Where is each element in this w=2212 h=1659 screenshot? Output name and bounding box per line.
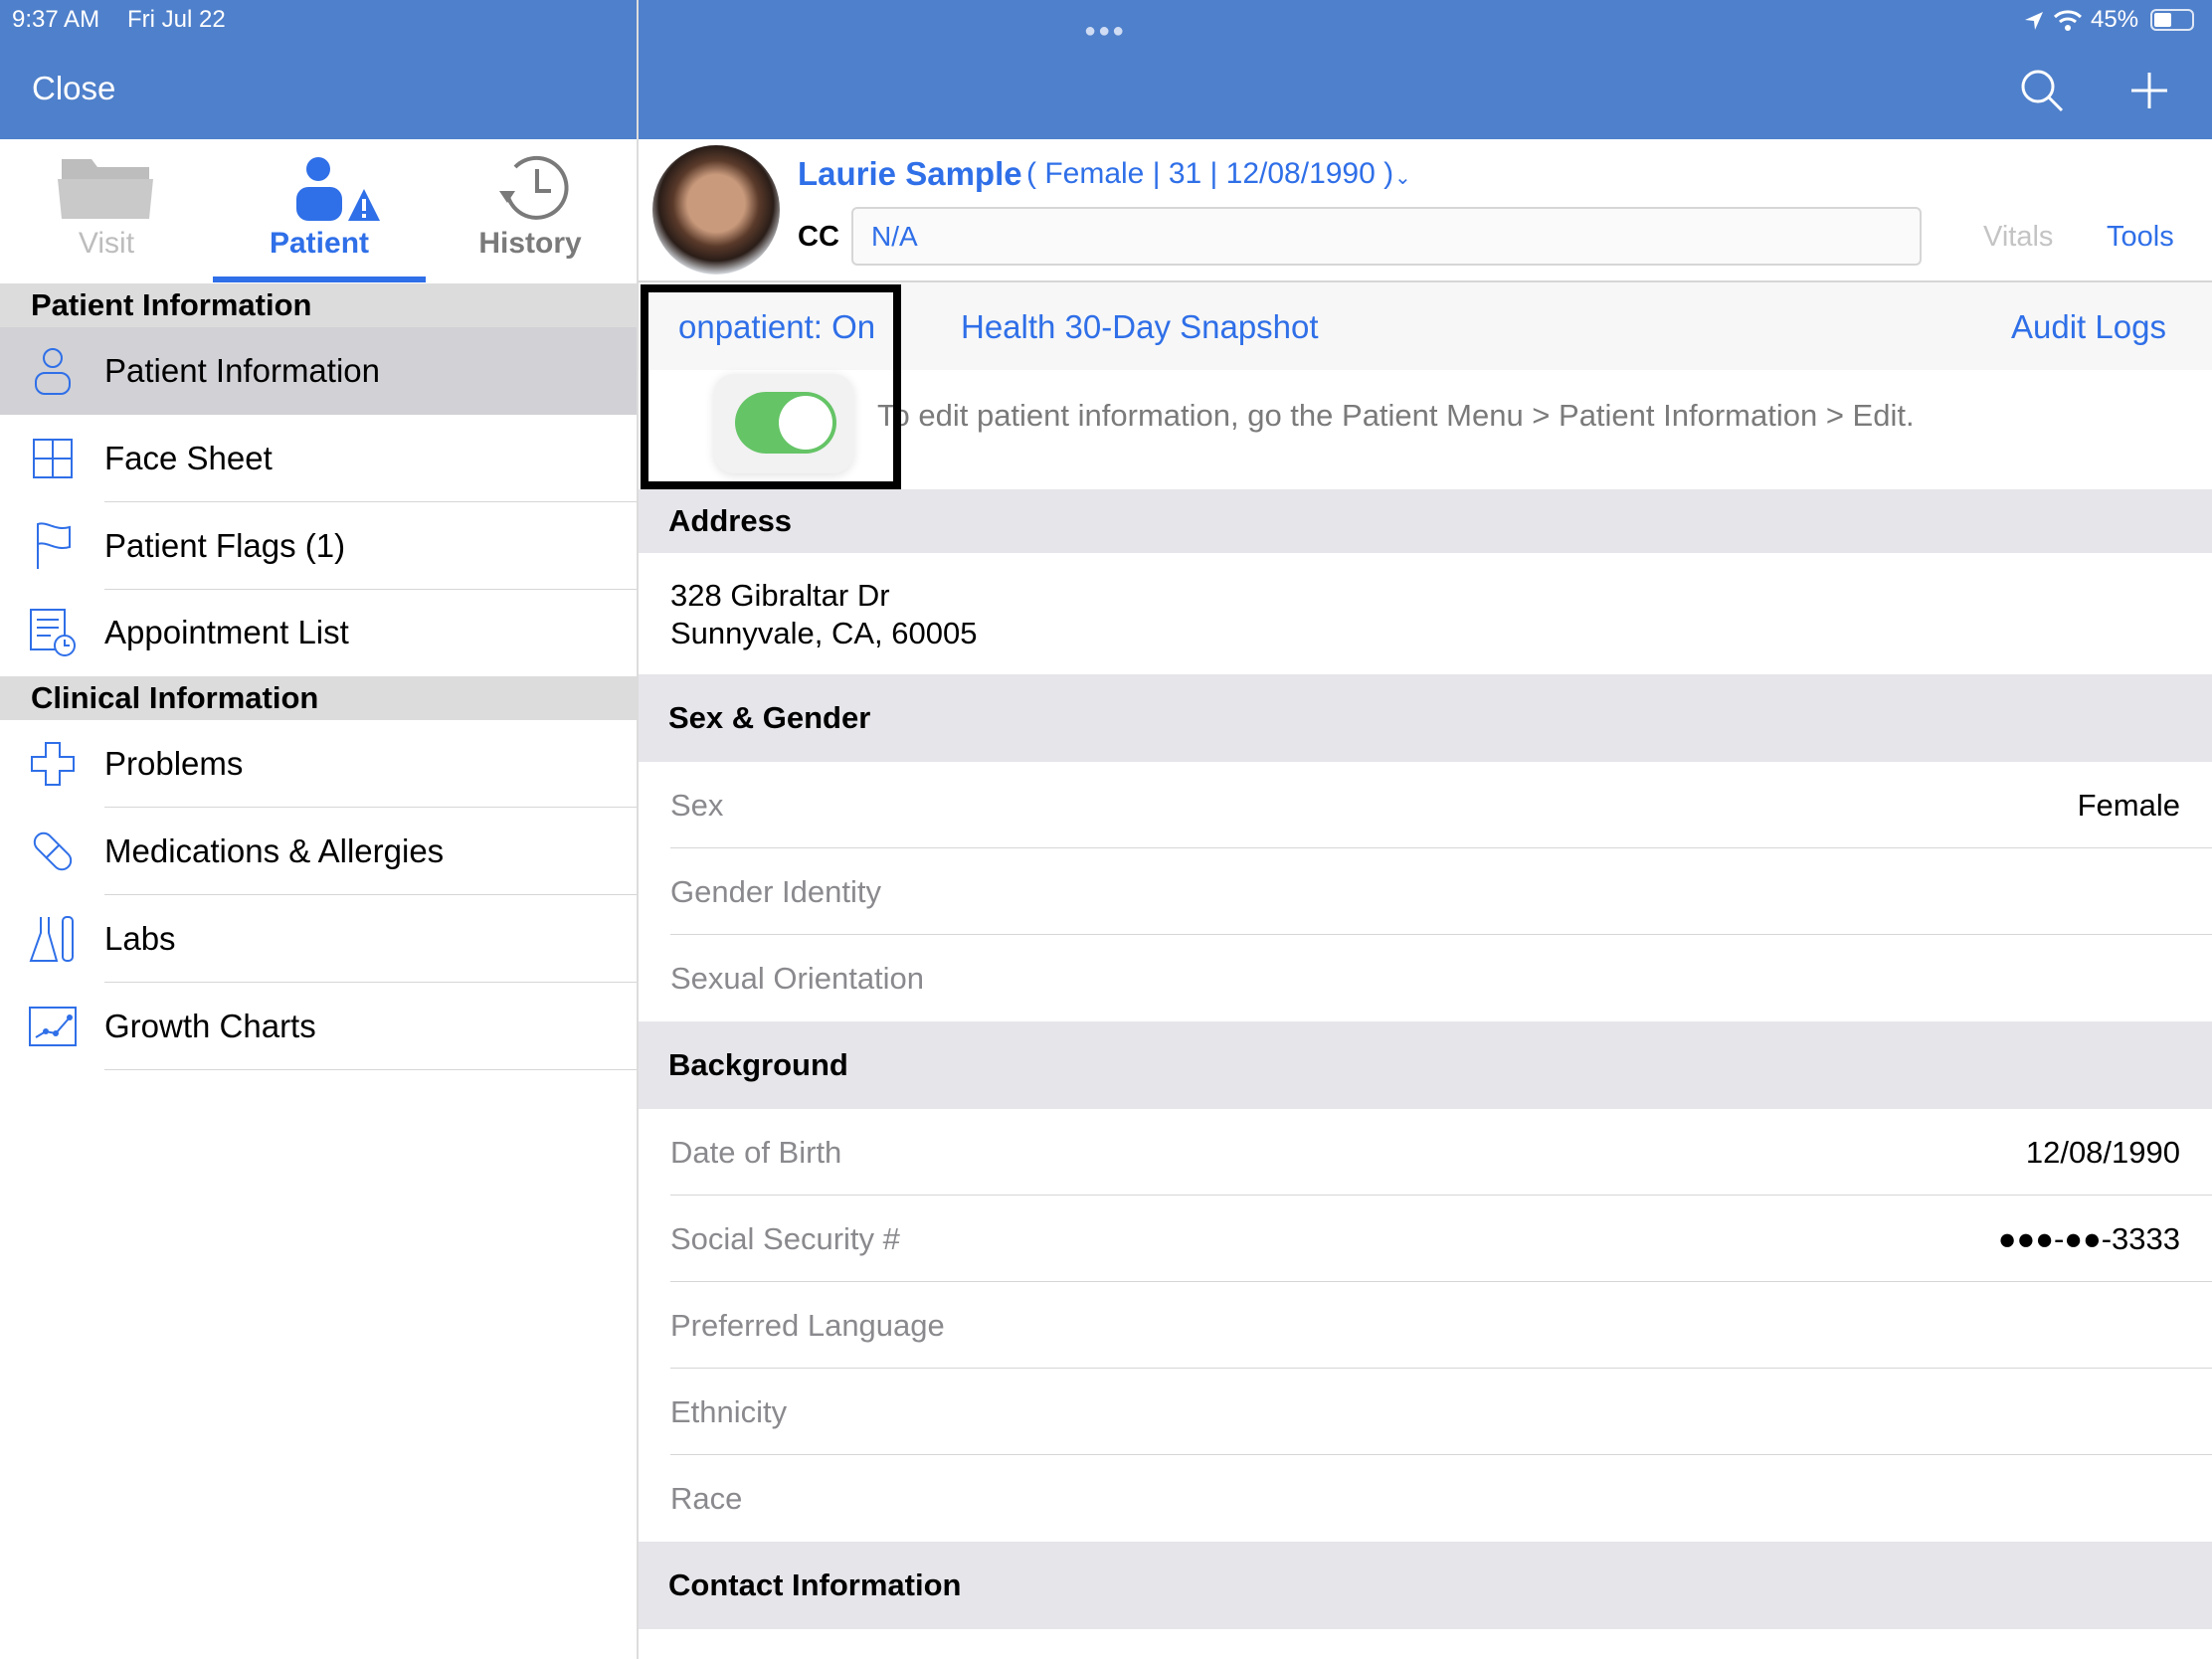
cc-field[interactable]: N/A (851, 207, 1922, 266)
row-value: ●●●-●●-3333 (1997, 1220, 2180, 1256)
row-date-of-birth[interactable]: Date of Birth 12/08/1990 (639, 1109, 2212, 1196)
section-contact-information: Contact Information (639, 1542, 2212, 1629)
status-time: 9:37 AM (12, 6, 100, 33)
section-address: Address (639, 489, 2212, 553)
sidebar-item-face-sheet[interactable]: Face Sheet (0, 415, 637, 502)
vitals-button[interactable]: Vitals (1983, 221, 2053, 254)
sidebar-item-label: Patient Flags (1) (104, 527, 346, 564)
search-icon[interactable] (2019, 68, 2065, 113)
row-label: Sexual Orientation (670, 960, 925, 996)
address-line1: 328 Gibraltar Dr (670, 578, 890, 613)
address-line2: Sunnyvale, CA, 60005 (670, 616, 978, 650)
sidebar-item-patient-flags[interactable]: Patient Flags (1) (0, 502, 637, 590)
tab-history[interactable]: History (424, 139, 637, 282)
section-patient-information: Patient Information (0, 283, 637, 327)
patient-avatar[interactable] (652, 145, 780, 275)
sidebar-item-label: Medications & Allergies (104, 832, 445, 869)
folder-icon (58, 159, 153, 219)
sidebar-item-label: Growth Charts (104, 1008, 316, 1044)
flask-icon (0, 915, 104, 963)
section-background: Background (639, 1021, 2212, 1109)
row-label: Social Security # (670, 1220, 900, 1256)
wifi-icon (2053, 10, 2083, 31)
growth-chart-icon (0, 1006, 104, 1047)
tab-visit[interactable]: Visit (0, 139, 213, 282)
health-snapshot-link[interactable]: Health 30-Day Snapshot (961, 308, 1319, 346)
sidebar-item-growth-charts[interactable]: Growth Charts (0, 983, 637, 1070)
highlight-box (641, 284, 901, 489)
grid-icon (0, 438, 104, 479)
section-sex-gender: Sex & Gender (639, 674, 2212, 762)
status-date: Fri Jul 22 (127, 6, 226, 33)
calendar-clock-icon (0, 608, 104, 657)
tab-patient[interactable]: Patient (213, 139, 426, 282)
row-sexual-orientation[interactable]: Sexual Orientation (639, 935, 2212, 1021)
sidebar-item-label: Face Sheet (104, 440, 273, 476)
flag-icon (0, 521, 104, 571)
row-sex[interactable]: Sex Female (639, 762, 2212, 848)
sidebar-item-patient-information[interactable]: Patient Information (0, 327, 637, 415)
add-icon[interactable] (2130, 72, 2168, 109)
sidebar-item-medications-allergies[interactable]: Medications & Allergies (0, 808, 637, 895)
row-label: Sex (670, 787, 724, 823)
active-tab-indicator (213, 276, 426, 282)
row-label: Gender Identity (670, 873, 881, 909)
battery-icon (2150, 9, 2194, 31)
pill-icon (0, 828, 104, 875)
sidebar-item-label: Problems (104, 745, 244, 782)
row-ssn[interactable]: Social Security # ●●●-●●-3333 (639, 1196, 2212, 1282)
patient-name[interactable]: Laurie Sample (798, 155, 1022, 193)
row-label: Ethnicity (670, 1393, 788, 1429)
audit-logs-link[interactable]: Audit Logs (2011, 308, 2166, 346)
patient-summary[interactable]: ( Female | 31 | 12/08/1990 ) (1026, 157, 1393, 191)
row-value: Female (2077, 787, 2180, 823)
section-title: Address (668, 503, 793, 538)
battery-percent: 45% (2091, 6, 2139, 33)
row-value: 12/08/1990 (2025, 1134, 2180, 1170)
row-ethnicity[interactable]: Ethnicity (639, 1369, 2212, 1455)
sidebar-item-label: Patient Information (104, 352, 380, 389)
sidebar-item-label: Labs (104, 920, 176, 957)
history-icon (499, 155, 569, 220)
medical-cross-icon (0, 741, 104, 787)
sidebar-item-labs[interactable]: Labs (0, 895, 637, 983)
tab-patient-label: Patient (269, 227, 370, 260)
sidebar-item-appointment-list[interactable]: Appointment List (0, 589, 637, 676)
row-preferred-language[interactable]: Preferred Language (639, 1282, 2212, 1369)
section-clinical-information: Clinical Information (0, 676, 637, 720)
tools-button[interactable]: Tools (2107, 221, 2174, 254)
row-gender-identity[interactable]: Gender Identity (639, 848, 2212, 935)
sidebar-item-label: Appointment List (104, 614, 349, 650)
sidebar-item-problems[interactable]: Problems (0, 720, 637, 808)
multitask-dots-icon[interactable]: ●●● (1084, 20, 1126, 43)
location-icon (2025, 12, 2043, 30)
tab-history-label: History (478, 227, 582, 260)
chevron-down-icon[interactable]: ⌄ (1394, 165, 1411, 190)
edit-notice: To edit patient information, go the Pati… (877, 398, 1915, 433)
tab-visit-label: Visit (78, 227, 135, 260)
patient-alert-icon (296, 157, 380, 221)
cc-value: N/A (871, 221, 918, 252)
row-label: Race (670, 1480, 743, 1516)
row-label: Preferred Language (670, 1307, 945, 1343)
close-button[interactable]: Close (32, 70, 115, 107)
cc-label: CC (798, 221, 839, 253)
row-race[interactable]: Race (639, 1455, 2212, 1542)
row-label: Date of Birth (670, 1134, 842, 1170)
address-text: 328 Gibraltar Dr Sunnyvale, CA, 60005 (670, 577, 978, 652)
person-icon (0, 346, 104, 396)
